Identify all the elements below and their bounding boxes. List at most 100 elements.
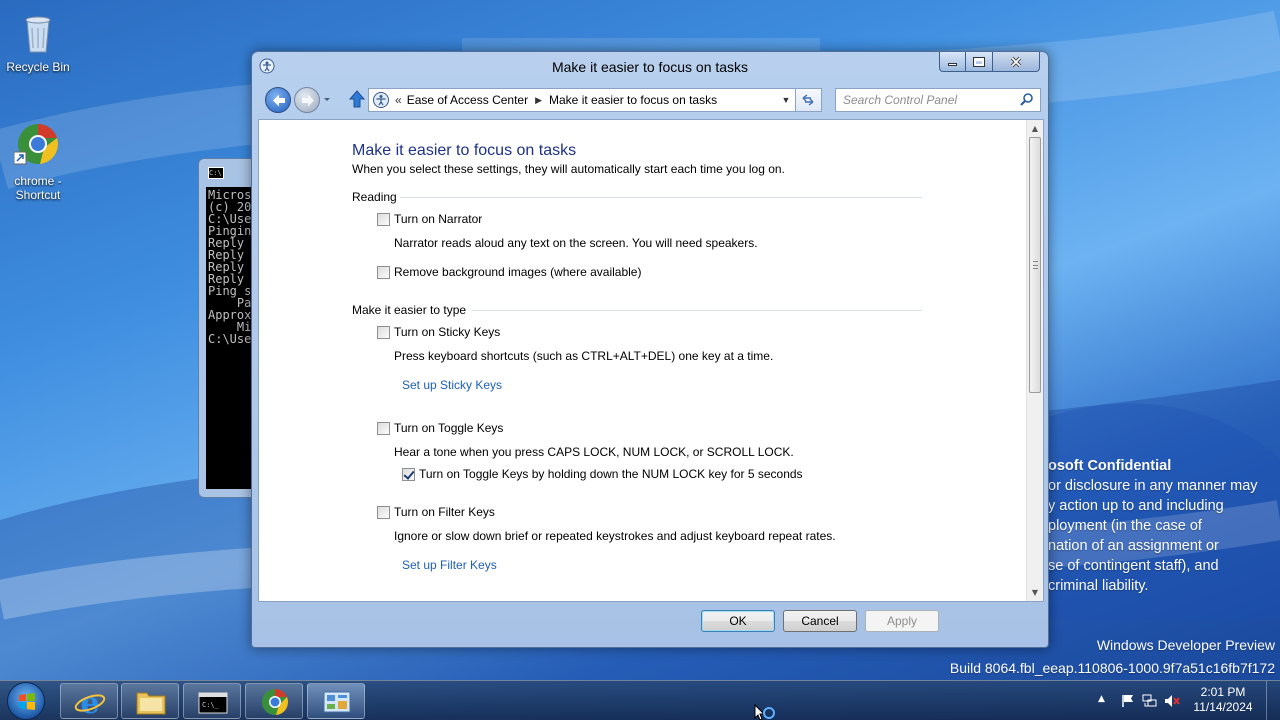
desktop-icon-recycle-bin[interactable]: Recycle Bin bbox=[0, 8, 76, 74]
close-icon bbox=[1010, 56, 1022, 67]
minimize-button[interactable] bbox=[939, 52, 966, 72]
network-icon[interactable] bbox=[1142, 694, 1158, 708]
breadcrumb-ease-of-access-center[interactable]: Ease of Access Center bbox=[407, 93, 528, 107]
chrome-icon bbox=[262, 689, 289, 715]
refresh-icon bbox=[802, 94, 814, 106]
filter-keys-option[interactable]: Turn on Filter Keys bbox=[377, 505, 495, 519]
taskbar-internet-explorer[interactable]: e bbox=[60, 683, 118, 720]
chevrons-left-icon[interactable]: « bbox=[395, 93, 402, 107]
filter-keys-label[interactable]: Turn on Filter Keys bbox=[394, 505, 495, 519]
scroll-down-icon[interactable]: ▼ bbox=[1027, 584, 1043, 601]
group-label-reading: Reading bbox=[352, 190, 397, 204]
watermark-line: se of contingent staff), and bbox=[1048, 558, 1219, 574]
minimize-icon bbox=[948, 63, 957, 66]
cancel-button[interactable]: Cancel bbox=[783, 610, 857, 632]
taskbar-clock[interactable]: 2:01 PM 11/14/2024 bbox=[1188, 685, 1258, 715]
scroll-thumb[interactable] bbox=[1029, 137, 1041, 393]
taskbar-command-prompt[interactable]: C:\_ bbox=[183, 683, 241, 719]
busy-cursor-icon bbox=[754, 703, 778, 720]
toggle-keys-label[interactable]: Turn on Toggle Keys bbox=[394, 421, 503, 435]
chevron-down-icon bbox=[324, 98, 330, 101]
window-titlebar[interactable]: Make it easier to focus on tasks bbox=[252, 52, 1048, 82]
action-center-flag-icon[interactable] bbox=[1120, 694, 1136, 708]
back-button[interactable] bbox=[265, 87, 291, 113]
vertical-scrollbar[interactable]: ▲ ▼ bbox=[1026, 120, 1043, 601]
sticky-keys-option[interactable]: Turn on Sticky Keys bbox=[377, 325, 500, 339]
group-label-typing: Make it easier to type bbox=[352, 303, 467, 317]
navigation-bar: « Ease of Access Center ▶ Make it easier… bbox=[262, 86, 1041, 114]
command-prompt-icon: C:\_ bbox=[198, 692, 228, 714]
desktop-icon-chrome-shortcut[interactable]: chrome - Shortcut bbox=[0, 122, 76, 202]
scroll-up-icon[interactable]: ▲ bbox=[1027, 120, 1043, 137]
ok-button[interactable]: OK bbox=[701, 610, 775, 632]
remove-bg-checkbox[interactable] bbox=[377, 265, 390, 279]
volume-muted-icon[interactable] bbox=[1164, 694, 1180, 708]
page-title: Make it easier to focus on tasks bbox=[352, 142, 577, 159]
show-hidden-icons-icon[interactable]: ▲ bbox=[1098, 694, 1114, 708]
window-title: Make it easier to focus on tasks bbox=[551, 59, 749, 75]
page-subtitle: When you select these settings, they wil… bbox=[352, 162, 785, 176]
remove-bg-option[interactable]: Remove background images (where availabl… bbox=[377, 265, 641, 279]
maximize-button[interactable] bbox=[966, 52, 993, 72]
narrator-label[interactable]: Turn on Narrator bbox=[394, 212, 482, 226]
narrator-checkbox[interactable] bbox=[377, 212, 390, 226]
control-panel-icon bbox=[372, 91, 390, 109]
up-button[interactable] bbox=[348, 89, 366, 109]
control-panel-window[interactable]: Make it easier to focus on tasks « Ease … bbox=[251, 51, 1049, 648]
start-button[interactable] bbox=[7, 682, 45, 720]
refresh-button[interactable] bbox=[796, 88, 822, 112]
watermark-line: y action up to and including bbox=[1048, 498, 1224, 514]
clock-time: 2:01 PM bbox=[1200, 685, 1246, 699]
watermark-line: or disclosure in any manner may bbox=[1048, 478, 1258, 494]
arrow-left-icon bbox=[273, 94, 285, 107]
toggle-keys-numlock-option[interactable]: Turn on Toggle Keys by holding down the … bbox=[402, 467, 803, 481]
toggle-keys-numlock-label[interactable]: Turn on Toggle Keys by holding down the … bbox=[419, 467, 803, 481]
set-up-filter-keys-link[interactable]: Set up Filter Keys bbox=[402, 558, 497, 572]
sticky-keys-label[interactable]: Turn on Sticky Keys bbox=[394, 325, 500, 339]
chrome-icon bbox=[13, 122, 62, 170]
search-input[interactable] bbox=[836, 90, 1018, 110]
taskbar-control-panel[interactable] bbox=[307, 683, 365, 719]
address-dropdown-icon[interactable]: ▼ bbox=[777, 95, 795, 105]
taskbar: e C:\_ ▲ 2:01 PM 11/14/2024 bbox=[0, 680, 1280, 720]
search-icon[interactable] bbox=[1018, 91, 1036, 109]
chrome-label-line2: Shortcut bbox=[15, 188, 61, 202]
caption-buttons bbox=[939, 52, 1040, 72]
narrator-option[interactable]: Turn on Narrator bbox=[377, 212, 482, 226]
watermark-line: ployment (in the case of bbox=[1048, 518, 1202, 534]
taskbar-file-explorer[interactable] bbox=[121, 683, 179, 719]
internet-explorer-icon: e bbox=[74, 686, 106, 720]
filter-keys-checkbox[interactable] bbox=[377, 505, 390, 519]
content-pane: Make it easier to focus on tasks When yo… bbox=[258, 119, 1044, 602]
toggle-keys-option[interactable]: Turn on Toggle Keys bbox=[377, 421, 503, 435]
breadcrumb-separator-icon[interactable]: ▶ bbox=[535, 95, 542, 106]
forward-button[interactable] bbox=[294, 87, 320, 113]
arrow-up-icon bbox=[348, 90, 366, 108]
apply-button[interactable]: Apply bbox=[865, 610, 939, 632]
search-box[interactable] bbox=[835, 88, 1041, 112]
recycle-bin-icon bbox=[14, 8, 62, 56]
system-tray: ▲ 2:01 PM 11/14/2024 bbox=[1090, 681, 1280, 720]
build-watermark: Build 8064.fbl_eeap.110806-1000.9f7a51c1… bbox=[949, 660, 1275, 676]
toggle-keys-description: Hear a tone when you press CAPS LOCK, NU… bbox=[394, 445, 794, 459]
toggle-keys-numlock-checkbox[interactable] bbox=[402, 467, 415, 481]
group-divider bbox=[400, 197, 922, 198]
recent-pages-dropdown[interactable] bbox=[322, 92, 332, 106]
watermark-line: nation of an assignment or bbox=[1048, 538, 1219, 554]
remove-bg-label[interactable]: Remove background images (where availabl… bbox=[394, 265, 641, 279]
address-bar[interactable]: « Ease of Access Center ▶ Make it easier… bbox=[368, 88, 796, 112]
taskbar-chrome[interactable] bbox=[245, 683, 303, 719]
toggle-keys-checkbox[interactable] bbox=[377, 421, 390, 435]
confidential-watermark: osoft Confidential or disclosure in any … bbox=[1048, 456, 1258, 596]
close-button[interactable] bbox=[993, 52, 1040, 72]
control-panel-icon bbox=[323, 691, 351, 713]
arrow-right-icon bbox=[302, 94, 314, 107]
watermark-line: criminal liability. bbox=[1048, 578, 1149, 594]
show-desktop-button[interactable] bbox=[1266, 681, 1280, 720]
grip-icon bbox=[1033, 261, 1038, 269]
sticky-keys-checkbox[interactable] bbox=[377, 325, 390, 339]
chrome-label-line1: chrome - bbox=[14, 174, 62, 188]
set-up-sticky-keys-link[interactable]: Set up Sticky Keys bbox=[402, 378, 502, 392]
breadcrumb-current-page[interactable]: Make it easier to focus on tasks bbox=[549, 93, 717, 107]
edition-watermark: Windows Developer Preview bbox=[1096, 637, 1275, 653]
